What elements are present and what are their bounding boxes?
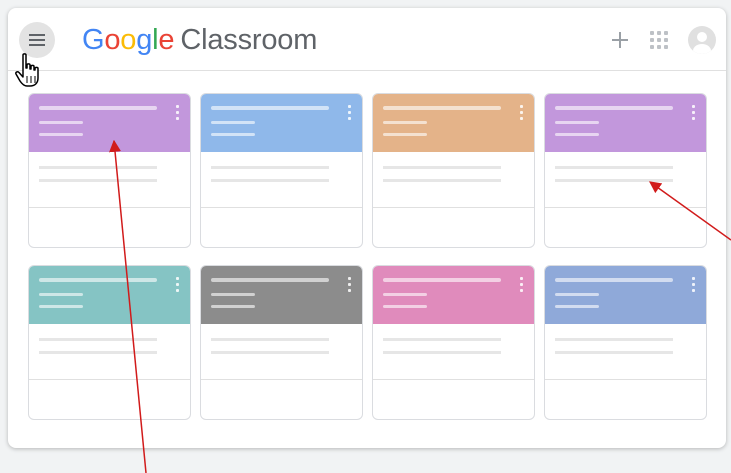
class-card-footer xyxy=(373,208,534,247)
content-placeholder-line xyxy=(555,166,673,169)
class-card-header[interactable] xyxy=(373,266,534,324)
class-card-footer xyxy=(201,380,362,419)
section-placeholder xyxy=(39,121,83,124)
class-card-header[interactable] xyxy=(373,94,534,152)
class-name-placeholder xyxy=(39,278,157,282)
class-card-body xyxy=(29,324,190,380)
more-options-icon[interactable] xyxy=(348,105,352,125)
teacher-placeholder xyxy=(211,133,255,136)
more-options-icon[interactable] xyxy=(176,277,180,297)
content-placeholder-line xyxy=(383,338,501,341)
section-placeholder xyxy=(383,293,427,296)
class-card-header[interactable] xyxy=(201,94,362,152)
logo-letter: e xyxy=(158,24,175,56)
section-placeholder xyxy=(39,293,83,296)
class-card[interactable] xyxy=(28,265,191,420)
class-name-placeholder xyxy=(383,278,501,282)
logo-letter: o xyxy=(120,24,137,56)
apps-grid-icon[interactable] xyxy=(650,31,668,49)
class-name-placeholder xyxy=(211,278,329,282)
content-placeholder-line xyxy=(555,351,673,354)
teacher-placeholder xyxy=(39,305,83,308)
more-options-icon[interactable] xyxy=(176,105,180,125)
logo-letter: o xyxy=(104,24,121,56)
google-classroom-logo[interactable]: Google Classroom xyxy=(82,22,317,58)
classroom-window: Google Classroom xyxy=(8,8,726,448)
class-card-body xyxy=(201,152,362,208)
class-card-header[interactable] xyxy=(29,94,190,152)
logo-letter: g xyxy=(136,24,153,56)
section-placeholder xyxy=(383,121,427,124)
class-card[interactable] xyxy=(200,265,363,420)
content-placeholder-line xyxy=(383,179,501,182)
class-card[interactable] xyxy=(372,265,535,420)
content-placeholder-line xyxy=(383,166,501,169)
section-placeholder xyxy=(211,293,255,296)
teacher-placeholder xyxy=(555,133,599,136)
content-placeholder-line xyxy=(39,351,157,354)
teacher-placeholder xyxy=(383,305,427,308)
class-card-footer xyxy=(29,208,190,247)
section-placeholder xyxy=(555,121,599,124)
class-name-placeholder xyxy=(211,106,329,110)
class-card-header[interactable] xyxy=(29,266,190,324)
top-app-bar: Google Classroom xyxy=(8,8,726,71)
class-card[interactable] xyxy=(544,265,707,420)
class-name-placeholder xyxy=(39,106,157,110)
class-card-body xyxy=(373,152,534,208)
more-options-icon[interactable] xyxy=(692,105,696,125)
teacher-placeholder xyxy=(211,305,255,308)
class-name-placeholder xyxy=(383,106,501,110)
content-placeholder-line xyxy=(39,179,157,182)
class-cards-grid xyxy=(28,93,707,420)
content-placeholder-line xyxy=(555,338,673,341)
teacher-placeholder xyxy=(555,305,599,308)
section-placeholder xyxy=(211,121,255,124)
more-options-icon[interactable] xyxy=(692,277,696,297)
class-card-body xyxy=(545,152,706,208)
hamburger-menu-icon-bar xyxy=(29,39,45,41)
content-placeholder-line xyxy=(211,338,329,341)
class-card-body xyxy=(545,324,706,380)
more-options-icon[interactable] xyxy=(520,277,524,297)
class-card-body xyxy=(29,152,190,208)
class-card-footer xyxy=(373,380,534,419)
more-options-icon[interactable] xyxy=(520,105,524,125)
class-card-header[interactable] xyxy=(201,266,362,324)
content-placeholder-line xyxy=(211,166,329,169)
pointer-hand-icon xyxy=(15,53,39,87)
class-card[interactable] xyxy=(372,93,535,248)
logo-letter: G xyxy=(82,24,105,56)
add-icon[interactable] xyxy=(606,26,634,54)
content-placeholder-line xyxy=(39,338,157,341)
teacher-placeholder xyxy=(383,133,427,136)
account-avatar-icon[interactable] xyxy=(688,26,716,54)
content-placeholder-line xyxy=(555,179,673,182)
content-placeholder-line xyxy=(211,179,329,182)
class-name-placeholder xyxy=(555,278,673,282)
class-card-body xyxy=(373,324,534,380)
content-placeholder-line xyxy=(211,351,329,354)
class-card[interactable] xyxy=(200,93,363,248)
class-card-footer xyxy=(29,380,190,419)
content-placeholder-line xyxy=(39,166,157,169)
class-card[interactable] xyxy=(544,93,707,248)
class-card-footer xyxy=(545,380,706,419)
class-name-placeholder xyxy=(555,106,673,110)
class-card-footer xyxy=(545,208,706,247)
top-actions xyxy=(606,26,716,54)
product-name: Classroom xyxy=(180,24,318,56)
more-options-icon[interactable] xyxy=(348,277,352,297)
class-card-header[interactable] xyxy=(545,94,706,152)
hamburger-menu-icon xyxy=(29,34,45,36)
content-placeholder-line xyxy=(383,351,501,354)
class-card-header[interactable] xyxy=(545,266,706,324)
hamburger-menu-icon-bar xyxy=(29,44,45,46)
google-wordmark: Google xyxy=(82,24,175,56)
teacher-placeholder xyxy=(39,133,83,136)
class-card-footer xyxy=(201,208,362,247)
class-card[interactable] xyxy=(28,93,191,248)
section-placeholder xyxy=(555,293,599,296)
class-card-body xyxy=(201,324,362,380)
